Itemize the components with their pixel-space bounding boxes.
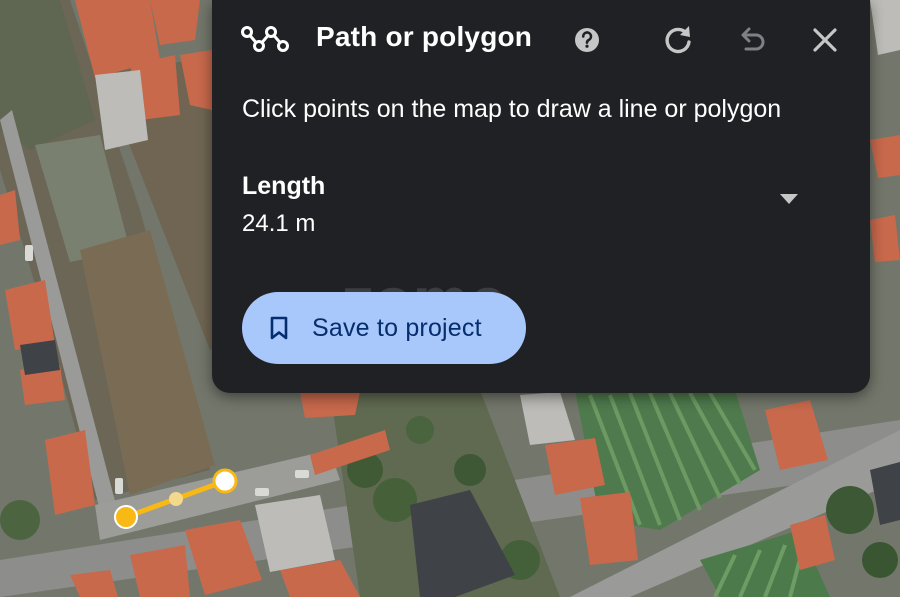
measure-midpoint-handle[interactable] — [169, 492, 183, 506]
undo-button[interactable] — [732, 20, 772, 60]
close-icon — [813, 28, 837, 52]
measurement-dropdown[interactable]: Length 24.1 m — [242, 170, 842, 240]
path-polyline-icon — [241, 22, 289, 56]
panel-header: Path or polygon — [212, 0, 870, 80]
measure-panel: Path or polygon Click points on the map … — [212, 0, 870, 393]
help-button[interactable] — [567, 20, 607, 60]
redo-icon — [665, 26, 691, 54]
save-button-label: Save to project — [312, 314, 482, 342]
measure-point-end[interactable] — [212, 468, 238, 494]
bookmark-icon — [270, 316, 288, 340]
instructions-text: Click points on the map to draw a line o… — [242, 95, 782, 123]
close-button[interactable] — [805, 20, 845, 60]
metric-value: 24.1 m — [242, 210, 316, 237]
panel-title: Path or polygon — [316, 21, 533, 52]
help-circle-icon — [575, 28, 599, 52]
caret-down-icon — [780, 194, 798, 204]
save-to-project-button[interactable]: Save to project — [242, 292, 526, 364]
measure-point-start[interactable] — [114, 505, 138, 529]
metric-label: Length — [242, 172, 326, 200]
undo-icon — [741, 27, 765, 51]
redo-button[interactable] — [658, 20, 698, 60]
